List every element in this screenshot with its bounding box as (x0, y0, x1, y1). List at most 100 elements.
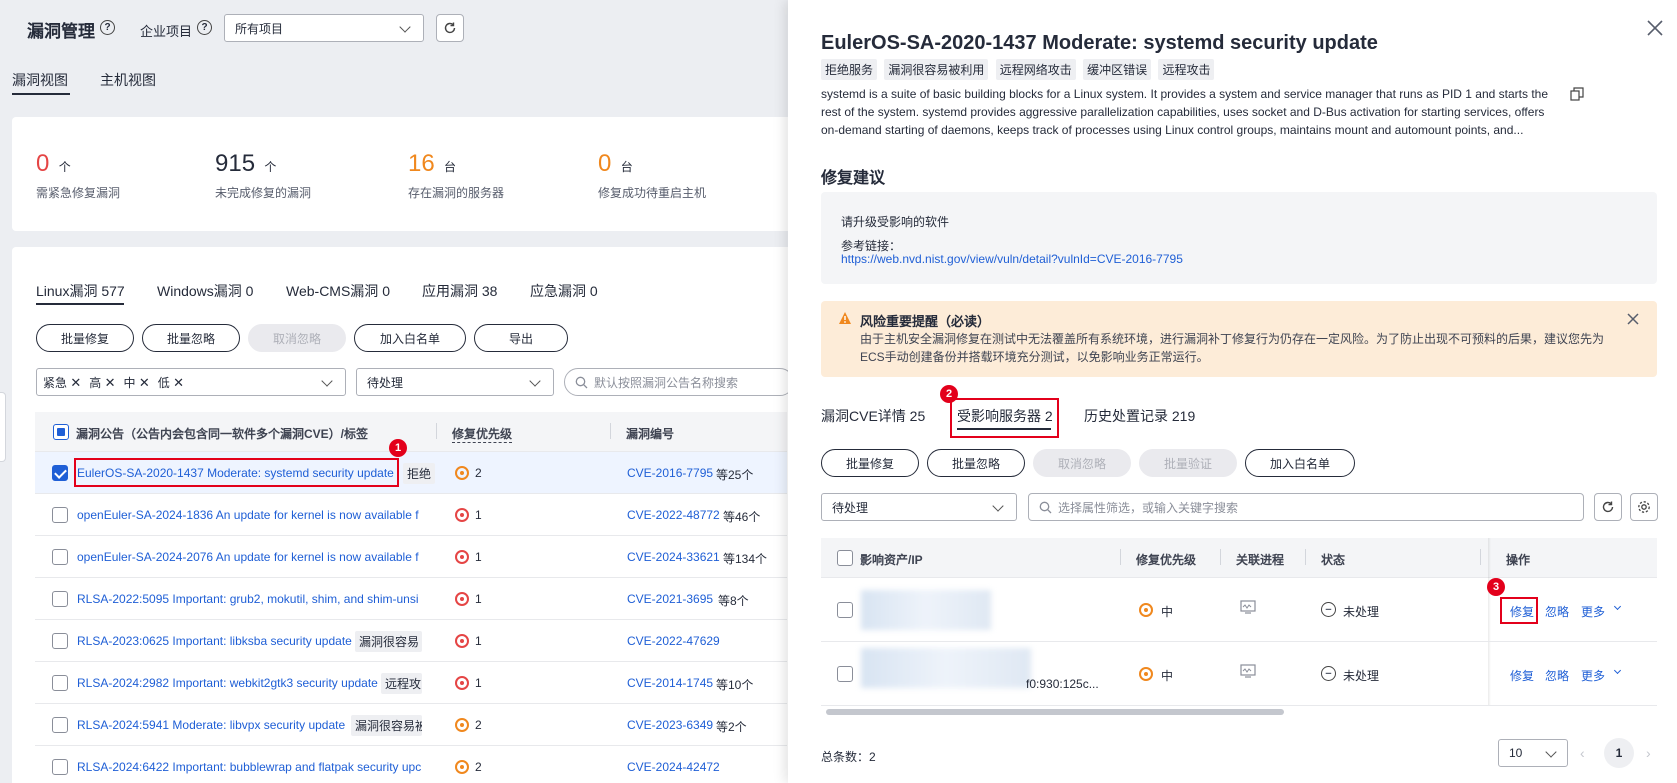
cve-link[interactable]: CVE-2024-33621 (627, 550, 720, 564)
batch-verify-button[interactable]: 批量验证 (1139, 449, 1237, 477)
row-checkbox[interactable] (52, 717, 68, 733)
gear-icon (1638, 501, 1650, 513)
project-select[interactable]: 所有项目 (224, 14, 424, 42)
severity-filter[interactable]: 紧急 ✕ 高 ✕ 中 ✕ 低 ✕ (36, 368, 346, 396)
table-row[interactable]: RLSA-2022:5095 Important: grub2, mokutil… (35, 578, 787, 620)
batch-fix-button[interactable]: 批量修复 (36, 324, 134, 352)
table-row[interactable]: openEuler-SA-2024-2076 An update for ker… (35, 536, 787, 578)
row-checkbox[interactable] (52, 507, 68, 523)
search-input[interactable]: 默认按照漏洞公告名称搜索 (564, 368, 794, 396)
reference-link[interactable]: https://web.nvd.nist.gov/view/vuln/detai… (841, 252, 1183, 266)
vuln-tag: 漏洞很容易 (355, 631, 422, 652)
tab-cve-details[interactable]: 漏洞CVE详情 25 (821, 406, 925, 426)
vuln-notice-link[interactable]: RLSA-2024:5941 Moderate: libvpx security… (77, 718, 345, 732)
cve-link[interactable]: CVE-2023-6349 (627, 718, 713, 732)
page-size-select[interactable]: 10 (1498, 739, 1568, 767)
tab-webcms[interactable]: Web-CMS漏洞 0 (286, 281, 390, 301)
page-title: 漏洞管理 (27, 22, 95, 41)
stat-pending-restart: 0 台 修复成功待重启主机 (598, 150, 707, 200)
vuln-notice-link[interactable]: RLSA-2024:2982 Important: webkit2gtk3 se… (77, 676, 378, 690)
batch-ignore-button[interactable]: 批量忽略 (142, 324, 240, 352)
sidebar-collapse-handle[interactable] (0, 392, 6, 462)
tab-emergency[interactable]: 应急漏洞 0 (530, 281, 598, 301)
process-icon[interactable] (1240, 664, 1256, 678)
tab-linux[interactable]: Linux漏洞 577 (36, 281, 125, 301)
column-header-priority[interactable]: 修复优先级 (452, 425, 513, 443)
close-icon[interactable] (1626, 312, 1640, 326)
cve-link[interactable]: CVE-2022-48772 (627, 508, 720, 522)
vuln-notice-link[interactable]: openEuler-SA-2024-2076 An update for ker… (77, 550, 422, 564)
cve-link[interactable]: CVE-2014-1745 (627, 676, 713, 690)
vuln-notice-link[interactable]: openEuler-SA-2024-1836 An update for ker… (77, 508, 422, 522)
copy-icon[interactable] (1570, 87, 1584, 101)
cancel-ignore-button[interactable]: 取消忽略 (1033, 449, 1131, 477)
horizontal-scrollbar[interactable] (826, 709, 1284, 715)
priority-icon (455, 508, 469, 522)
cve-more: 等134个 (723, 552, 768, 566)
row-checkbox[interactable] (52, 675, 68, 691)
row-checkbox[interactable] (52, 633, 68, 649)
add-whitelist-button[interactable]: 加入白名单 (1245, 449, 1355, 477)
close-icon[interactable]: ✕ (139, 375, 150, 390)
vuln-notice-link[interactable]: RLSA-2024:6422 Important: bubblewrap and… (77, 760, 422, 774)
table-row[interactable]: f0:930:125c... 中 − 未处理 修复 忽略 更多 (821, 642, 1657, 706)
status-filter[interactable]: 待处理 (821, 493, 1017, 521)
close-icon[interactable] (1645, 18, 1665, 38)
help-icon[interactable]: ? (197, 20, 212, 35)
tab-app[interactable]: 应用漏洞 38 (422, 281, 497, 301)
cve-link[interactable]: CVE-2024-42472 (627, 760, 720, 774)
asset-ip[interactable]: f0:930:125c... (1026, 677, 1099, 691)
row-checkbox[interactable] (52, 591, 68, 607)
row-checkbox[interactable] (52, 759, 68, 775)
fix-link[interactable]: 修复 (1510, 667, 1534, 684)
tab-windows[interactable]: Windows漏洞 0 (157, 281, 253, 301)
batch-ignore-button[interactable]: 批量忽略 (927, 449, 1025, 477)
select-all-checkbox[interactable] (837, 550, 853, 566)
row-checkbox[interactable] (52, 549, 68, 565)
help-icon[interactable]: ? (100, 20, 115, 35)
refresh-button[interactable] (1594, 493, 1622, 521)
cve-link[interactable]: CVE-2021-3695 (627, 592, 713, 606)
cve-more: 等25个 (716, 468, 754, 482)
more-link[interactable]: 更多 (1581, 603, 1605, 620)
select-all-checkbox[interactable] (53, 424, 69, 440)
close-icon[interactable]: ✕ (173, 375, 184, 390)
prev-page-icon[interactable]: ‹ (1580, 745, 1585, 761)
row-checkbox[interactable] (52, 465, 68, 481)
stat-urgent: 0 个 需紧急修复漏洞 (36, 150, 121, 200)
row-checkbox[interactable] (837, 602, 853, 618)
current-page[interactable]: 1 (1604, 738, 1634, 768)
add-whitelist-button[interactable]: 加入白名单 (354, 324, 466, 352)
close-icon[interactable]: ✕ (105, 375, 116, 390)
table-row[interactable]: RLSA-2024:5941 Moderate: libvpx security… (35, 704, 787, 746)
vuln-notice-link[interactable]: RLSA-2022:5095 Important: grub2, mokutil… (77, 592, 422, 606)
column-header-status: 状态 (1321, 553, 1346, 567)
vuln-notice-link[interactable]: RLSA-2023:0625 Important: libksba securi… (77, 634, 352, 648)
process-icon[interactable] (1240, 600, 1256, 614)
row-checkbox[interactable] (837, 666, 853, 682)
refresh-button[interactable] (436, 14, 464, 42)
severity-chip: 高 ✕ (89, 374, 116, 390)
search-input[interactable]: 选择属性筛选，或输入关键字搜索 (1028, 493, 1584, 521)
cve-link[interactable]: CVE-2022-47629 (627, 634, 720, 648)
tab-vuln-view[interactable]: 漏洞视图 (12, 70, 68, 90)
table-row[interactable]: RLSA-2024:6422 Important: bubblewrap and… (35, 746, 787, 783)
column-header-priority: 修复优先级 (1136, 553, 1197, 567)
batch-fix-button[interactable]: 批量修复 (821, 449, 919, 477)
status-filter[interactable]: 待处理 (356, 368, 554, 396)
tab-host-view[interactable]: 主机视图 (100, 70, 156, 90)
settings-button[interactable] (1630, 493, 1658, 521)
next-page-icon[interactable]: › (1646, 745, 1651, 761)
ignore-link[interactable]: 忽略 (1545, 667, 1569, 684)
table-row[interactable]: openEuler-SA-2024-1836 An update for ker… (35, 494, 787, 536)
export-button[interactable]: 导出 (474, 324, 568, 352)
close-icon[interactable]: ✕ (70, 375, 81, 390)
table-row[interactable]: RLSA-2023:0625 Important: libksba securi… (35, 620, 787, 662)
status-pending-icon: − (1321, 666, 1336, 681)
tab-history[interactable]: 历史处置记录 219 (1084, 406, 1195, 426)
table-row[interactable]: RLSA-2024:2982 Important: webkit2gtk3 se… (35, 662, 787, 704)
ignore-link[interactable]: 忽略 (1545, 603, 1569, 620)
more-link[interactable]: 更多 (1581, 667, 1605, 684)
cve-link[interactable]: CVE-2016-7795 (627, 466, 713, 480)
cancel-ignore-button[interactable]: 取消忽略 (248, 324, 346, 352)
